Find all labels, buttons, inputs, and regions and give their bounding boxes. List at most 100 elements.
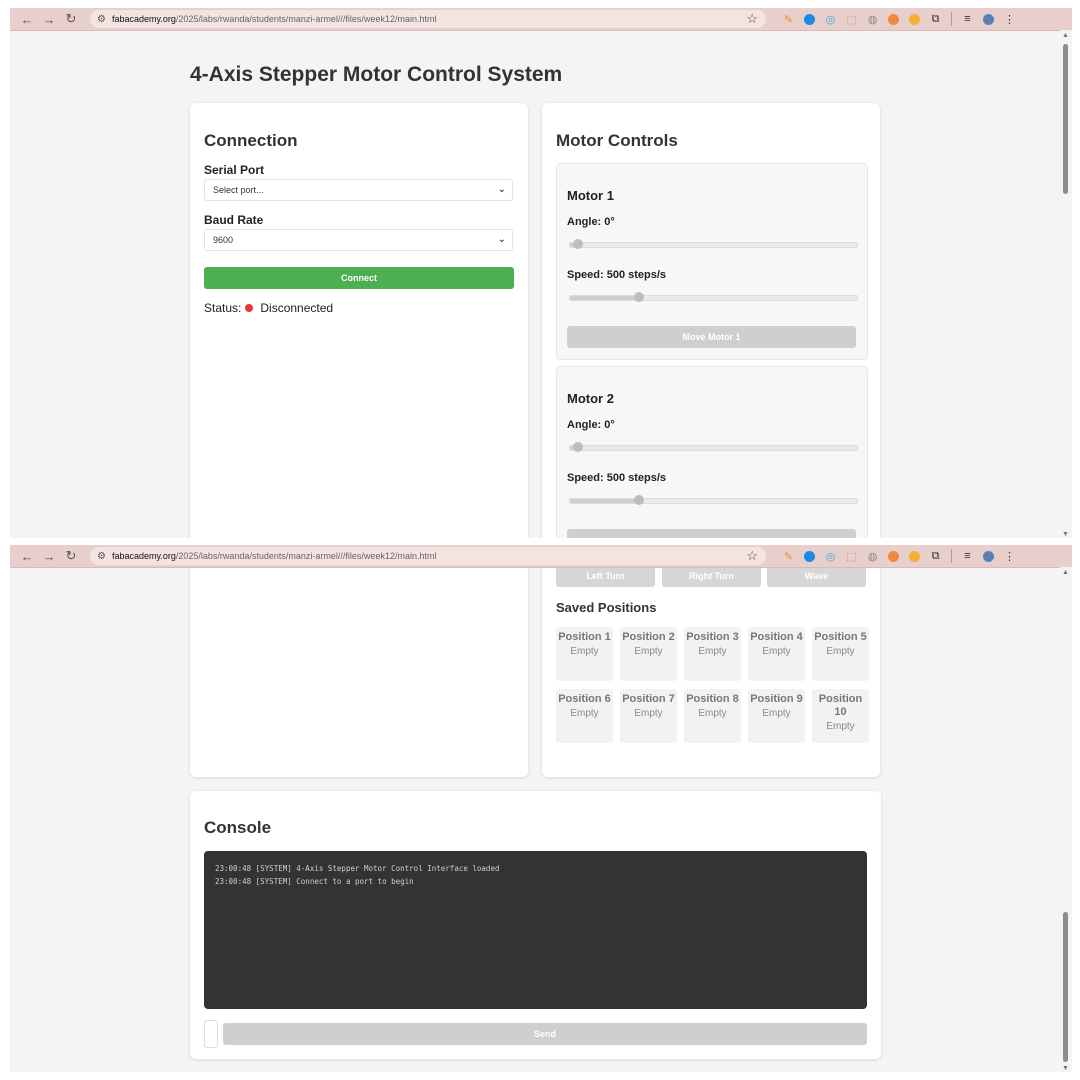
console-panel: Console 23:00:48 [SYSTEM] 4-Axis Stepper… [190, 791, 881, 1059]
status-indicator-dot [245, 304, 254, 312]
speed-slider[interactable] [569, 292, 858, 302]
screenshot-top: ← → ↻ ⚙ fabacademy.org/2025/labs/rwanda/… [10, 8, 1072, 538]
puzzle-icon[interactable]: ⧉ [925, 550, 946, 563]
globe-extension-icon[interactable]: ◍ [862, 550, 883, 563]
motor-controls-panel: Left Turn Right Turn Wave Saved Position… [542, 545, 880, 777]
console-heading: Console [204, 818, 272, 837]
scroll-up-arrow-icon[interactable]: ▲ [1062, 569, 1069, 576]
position-slot[interactable]: Position 5 Empty [812, 627, 869, 681]
scrollbar-thumb[interactable] [1063, 912, 1068, 1062]
globe-extension-icon[interactable]: ◍ [862, 13, 883, 26]
position-status: Empty [634, 708, 663, 719]
position-slot[interactable]: Position 9 Empty [748, 689, 805, 743]
browser-toolbar: ← → ↻ ⚙ fabacademy.org/2025/labs/rwanda/… [10, 545, 1072, 568]
blue-extension-icon[interactable] [799, 550, 820, 562]
position-slot[interactable]: Position 1 Empty [556, 627, 613, 681]
pen-extension-icon[interactable]: ✎ [778, 13, 799, 26]
reading-list-icon[interactable]: ≡ [957, 13, 978, 25]
motor-controls-panel: Motor Controls Motor 1 Angle: 0° Speed: … [542, 103, 880, 538]
crop-extension-icon[interactable]: ⬚ [841, 550, 862, 563]
speed-label: Speed: 500 steps/s [567, 472, 667, 484]
right-turn-button[interactable]: Right Turn [662, 565, 761, 587]
reading-list-icon[interactable]: ≡ [957, 550, 978, 562]
blue-extension-icon[interactable] [799, 13, 820, 25]
motor-name: Motor 2 [567, 391, 614, 406]
wave-button[interactable]: Wave [767, 565, 866, 587]
orange-extension-icon[interactable] [883, 13, 904, 25]
reload-icon[interactable]: ↻ [60, 11, 82, 27]
position-status: Empty [570, 646, 599, 657]
baud-rate-label: Baud Rate [204, 213, 264, 227]
site-settings-icon[interactable]: ⚙ [97, 551, 106, 562]
bookmark-star-icon[interactable]: ☆ [746, 11, 758, 27]
move-motor-button[interactable] [567, 529, 856, 538]
saved-positions-heading: Saved Positions [556, 600, 657, 615]
position-name: Position 9 [750, 693, 803, 705]
position-name: Position 5 [814, 631, 867, 643]
console-input[interactable] [204, 1020, 218, 1048]
address-bar[interactable]: ⚙ fabacademy.org/2025/labs/rwanda/studen… [90, 10, 766, 28]
status-value: Disconnected [260, 301, 334, 315]
slider-thumb[interactable] [573, 239, 583, 249]
position-name: Position 4 [750, 631, 803, 643]
position-slot[interactable]: Position 8 Empty [684, 689, 741, 743]
angle-label: Angle: 0° [567, 419, 615, 431]
avatar[interactable] [978, 550, 999, 562]
scrollbar-thumb[interactable] [1063, 44, 1068, 194]
puzzle-icon[interactable]: ⧉ [925, 13, 946, 26]
connection-panel [190, 545, 528, 777]
orange-extension-icon[interactable] [883, 550, 904, 562]
motor-controls-heading: Motor Controls [556, 131, 678, 150]
move-motor-button[interactable]: Move Motor 1 [567, 326, 856, 348]
position-status: Empty [634, 646, 663, 657]
connect-button[interactable]: Connect [204, 267, 514, 289]
scroll-down-arrow-icon[interactable]: ▼ [1062, 1065, 1069, 1072]
baud-rate-select[interactable]: 9600 ⌄ [204, 229, 513, 251]
url-path: /2025/labs/rwanda/students/manzi-armel//… [175, 14, 437, 24]
speed-slider[interactable] [569, 495, 858, 505]
sync-extension-icon[interactable]: ◎ [820, 550, 841, 563]
vertical-scrollbar[interactable]: ▲ ▼ [1060, 30, 1072, 538]
speed-label: Speed: 500 steps/s [567, 269, 667, 281]
scroll-up-arrow-icon[interactable]: ▲ [1062, 32, 1069, 39]
position-slot[interactable]: Position 7 Empty [620, 689, 677, 743]
menu-kebab-icon[interactable]: ⋮ [999, 550, 1020, 563]
forward-icon[interactable]: → [38, 549, 60, 564]
send-button[interactable]: Send [223, 1023, 867, 1045]
slider-thumb[interactable] [634, 495, 644, 505]
serial-port-select[interactable]: Select port... ⌄ [204, 179, 513, 201]
position-slot[interactable]: Position 6 Empty [556, 689, 613, 743]
position-slot[interactable]: Position 4 Empty [748, 627, 805, 681]
vertical-scrollbar[interactable]: ▲ ▼ [1060, 567, 1072, 1072]
reload-icon[interactable]: ↻ [60, 548, 82, 564]
pen-extension-icon[interactable]: ✎ [778, 550, 799, 563]
position-name: Position 8 [686, 693, 739, 705]
position-slot[interactable]: Position 3 Empty [684, 627, 741, 681]
slider-thumb[interactable] [573, 442, 583, 452]
yellow-extension-icon[interactable] [904, 13, 925, 25]
serial-port-value: Select port... [213, 185, 264, 195]
scroll-down-arrow-icon[interactable]: ▼ [1062, 531, 1069, 538]
address-bar[interactable]: ⚙ fabacademy.org/2025/labs/rwanda/studen… [90, 547, 766, 565]
avatar[interactable] [978, 13, 999, 25]
extension-icons: ✎ ◎ ⬚ ◍ ⧉ ≡ ⋮ [778, 549, 1020, 563]
angle-slider[interactable] [569, 442, 858, 452]
menu-kebab-icon[interactable]: ⋮ [999, 13, 1020, 26]
slider-thumb[interactable] [634, 292, 644, 302]
back-icon[interactable]: ← [16, 549, 38, 564]
back-icon[interactable]: ← [16, 12, 38, 27]
screenshot-bottom: Left Turn Right Turn Wave Saved Position… [10, 545, 1072, 1072]
left-turn-button[interactable]: Left Turn [556, 565, 655, 587]
position-slot[interactable]: Position 10 Empty [812, 689, 869, 743]
motor-name: Motor 1 [567, 188, 614, 203]
sync-extension-icon[interactable]: ◎ [820, 13, 841, 26]
site-settings-icon[interactable]: ⚙ [97, 14, 106, 25]
angle-slider[interactable] [569, 239, 858, 249]
yellow-extension-icon[interactable] [904, 550, 925, 562]
toolbar-divider [951, 12, 952, 26]
bookmark-star-icon[interactable]: ☆ [746, 548, 758, 564]
crop-extension-icon[interactable]: ⬚ [841, 13, 862, 26]
forward-icon[interactable]: → [38, 12, 60, 27]
connection-heading: Connection [204, 131, 298, 150]
position-slot[interactable]: Position 2 Empty [620, 627, 677, 681]
